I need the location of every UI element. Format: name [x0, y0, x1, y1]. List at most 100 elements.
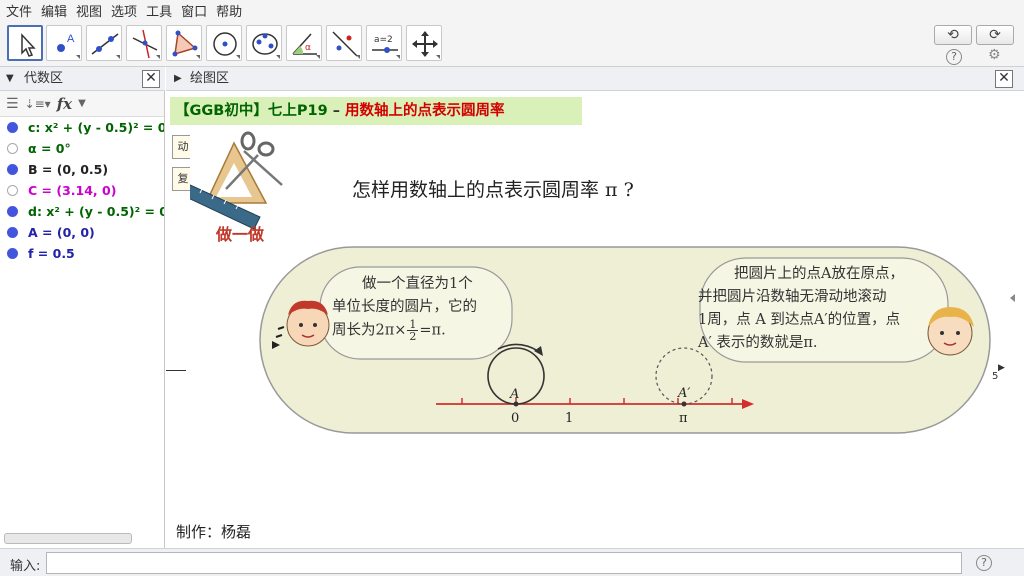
- circle-tool-button[interactable]: [206, 25, 242, 61]
- point-a-dot[interactable]: [513, 401, 519, 407]
- svg-text:a=2: a=2: [374, 35, 393, 45]
- point-a-prime-dot[interactable]: [681, 401, 687, 407]
- undo-button[interactable]: ⟲: [934, 25, 972, 45]
- fx-input-icon[interactable]: fx: [57, 95, 72, 113]
- redo-button[interactable]: ⟳: [976, 25, 1014, 45]
- visibility-toggle-icon[interactable]: [7, 185, 18, 196]
- tick-label-1: 1: [565, 411, 573, 426]
- algebra-item[interactable]: f = 0.5: [0, 243, 164, 264]
- algebra-header: ▼ 代数区 ✕: [0, 67, 165, 91]
- menu-edit[interactable]: 编辑: [41, 1, 67, 20]
- fx-dropdown-icon[interactable]: ▼: [78, 98, 86, 109]
- polygon-tool-button[interactable]: [166, 25, 202, 61]
- tool-menu-indicator: [116, 55, 120, 59]
- tool-menu-indicator: [276, 55, 280, 59]
- slider-tool-button[interactable]: a=2: [366, 25, 402, 61]
- reflect-tool-button[interactable]: [326, 25, 362, 61]
- menu-window[interactable]: 窗口: [181, 1, 207, 20]
- algebra-item-text: f = 0.5: [28, 246, 75, 261]
- visibility-toggle-icon[interactable]: [7, 227, 18, 238]
- tick-label-0: 0: [511, 411, 519, 426]
- move-tool-button[interactable]: [7, 25, 43, 61]
- list-view-icon[interactable]: ☰: [6, 96, 19, 112]
- algebra-item-text: d: x² + (y - 0.5)² = 0.: [28, 204, 164, 219]
- tool-menu-indicator: [396, 55, 400, 59]
- algebra-horizontal-scrollbar[interactable]: [4, 533, 132, 544]
- visibility-toggle-icon[interactable]: [7, 122, 18, 133]
- input-bar: 输入: ?: [0, 548, 1024, 576]
- graphics-close-button[interactable]: ✕: [995, 70, 1013, 88]
- do-it-illustration: 做一做: [190, 129, 300, 243]
- visibility-toggle-icon[interactable]: [7, 164, 18, 175]
- tick-label-pi: π: [679, 411, 688, 426]
- right-bubble-text: 把圆片上的点A放在原点， 并把圆片沿数轴无滑动地滚动 1周，点 A 到达点A′的…: [698, 263, 958, 355]
- algebra-item-text: B = (0, 0.5): [28, 162, 109, 177]
- panel-expand-arrow-icon[interactable]: [1010, 294, 1015, 302]
- credit-text: 制作：杨磊: [176, 523, 252, 541]
- tool-menu-indicator: [316, 55, 320, 59]
- fraction-denominator: 2: [407, 330, 419, 343]
- algebra-item[interactable]: A = (0, 0): [0, 222, 164, 243]
- activity-label: 做一做: [215, 225, 265, 243]
- sort-icon[interactable]: ⇣≡▾: [25, 97, 51, 111]
- algebra-list: c: x² + (y - 0.5)² = 0. α = 0° B = (0, 0.5…: [0, 117, 164, 264]
- menu-file[interactable]: 文件: [6, 1, 32, 20]
- graphics-view[interactable]: 【GGB初中】七上P19 – 用数轴上的点表示圆周率 动 复 做一做 怎样用数轴…: [166, 91, 1016, 548]
- collapse-triangle-icon[interactable]: ▼: [6, 67, 14, 91]
- menu-bar: 文件 编辑 视图 选项 工具 窗口 帮助: [0, 0, 1024, 21]
- tool-menu-indicator: [236, 55, 240, 59]
- visibility-toggle-icon[interactable]: [7, 143, 18, 154]
- point-tool-button[interactable]: A: [46, 25, 82, 61]
- graphics-header: ▶ 绘图区 ✕: [166, 67, 1024, 91]
- question-text: 怎样用数轴上的点表示圆周率 π ?: [352, 179, 634, 201]
- right-bubble-line-2: 并把圆片沿数轴无滑动地滚动: [698, 289, 887, 305]
- left-bubble-line-1: 做一个直径为1个: [362, 276, 473, 292]
- perpendicular-tool-button[interactable]: [126, 25, 162, 61]
- visibility-toggle-icon[interactable]: [7, 248, 18, 259]
- algebra-item[interactable]: α = 0°: [0, 138, 164, 159]
- menu-view[interactable]: 视图: [76, 1, 102, 20]
- move-view-tool-button[interactable]: [406, 25, 442, 61]
- algebra-item-text: C = (3.14, 0): [28, 183, 117, 198]
- algebra-item[interactable]: B = (0, 0.5): [0, 159, 164, 180]
- menu-options[interactable]: 选项: [111, 1, 137, 20]
- toolbar-help-icon[interactable]: ?: [946, 49, 962, 65]
- angle-tool-button[interactable]: α: [286, 25, 322, 61]
- banner-dash: –: [327, 103, 346, 119]
- input-help-icon[interactable]: ?: [976, 555, 992, 571]
- line-tool-button[interactable]: [86, 25, 122, 61]
- point-a-label: A: [509, 387, 519, 402]
- algebra-item[interactable]: c: x² + (y - 0.5)² = 0.: [0, 117, 164, 138]
- menu-help[interactable]: 帮助: [216, 1, 242, 20]
- tool-menu-indicator: [76, 55, 80, 59]
- svg-text:α: α: [305, 43, 311, 53]
- graphics-title: 绘图区: [190, 71, 230, 86]
- input-label: 输入:: [10, 559, 41, 574]
- ellipse-tool-button[interactable]: [246, 25, 282, 61]
- expand-triangle-icon[interactable]: ▶: [174, 67, 182, 91]
- algebra-item[interactable]: d: x² + (y - 0.5)² = 0.: [0, 201, 164, 222]
- fraction-one-half: 12: [407, 319, 419, 343]
- algebra-item-text: c: x² + (y - 0.5)² = 0.: [28, 120, 164, 135]
- banner-topic: 用数轴上的点表示圆周率: [345, 103, 505, 119]
- move-tool-icon: [21, 33, 36, 57]
- visibility-toggle-icon[interactable]: [7, 206, 18, 217]
- left-bubble-line-3: 周长为2π× 1 2 =π.: [332, 319, 522, 343]
- menu-tools[interactable]: 工具: [146, 1, 172, 20]
- point-a-prime-label: A′: [677, 386, 690, 401]
- right-bubble-line-3: 1周，点 A 到达点A′的位置，点: [698, 312, 901, 328]
- tool-menu-indicator: [196, 55, 200, 59]
- algebra-item-text: A = (0, 0): [28, 225, 95, 240]
- algebra-title: 代数区: [24, 71, 64, 86]
- command-input[interactable]: [46, 552, 962, 574]
- algebra-item[interactable]: C = (3.14, 0): [0, 180, 164, 201]
- left-bubble-text: 做一个直径为1个 单位长度的圆片，它的 周长为2π× 1 2 =π.: [332, 273, 522, 343]
- algebra-close-button[interactable]: ✕: [142, 70, 160, 88]
- svg-text:A: A: [67, 33, 75, 45]
- right-bubble-line-1: 把圆片上的点A放在原点，: [734, 266, 904, 282]
- settings-gear-icon[interactable]: ⚙: [988, 47, 1001, 63]
- toolbar: A α a=2 ⟲ ⟳ ? ⚙: [0, 21, 1024, 67]
- left-bubble-line-3-end: =π.: [419, 322, 446, 339]
- tool-menu-indicator: [356, 55, 360, 59]
- x-axis-arrow-icon: ▶: [998, 363, 1005, 373]
